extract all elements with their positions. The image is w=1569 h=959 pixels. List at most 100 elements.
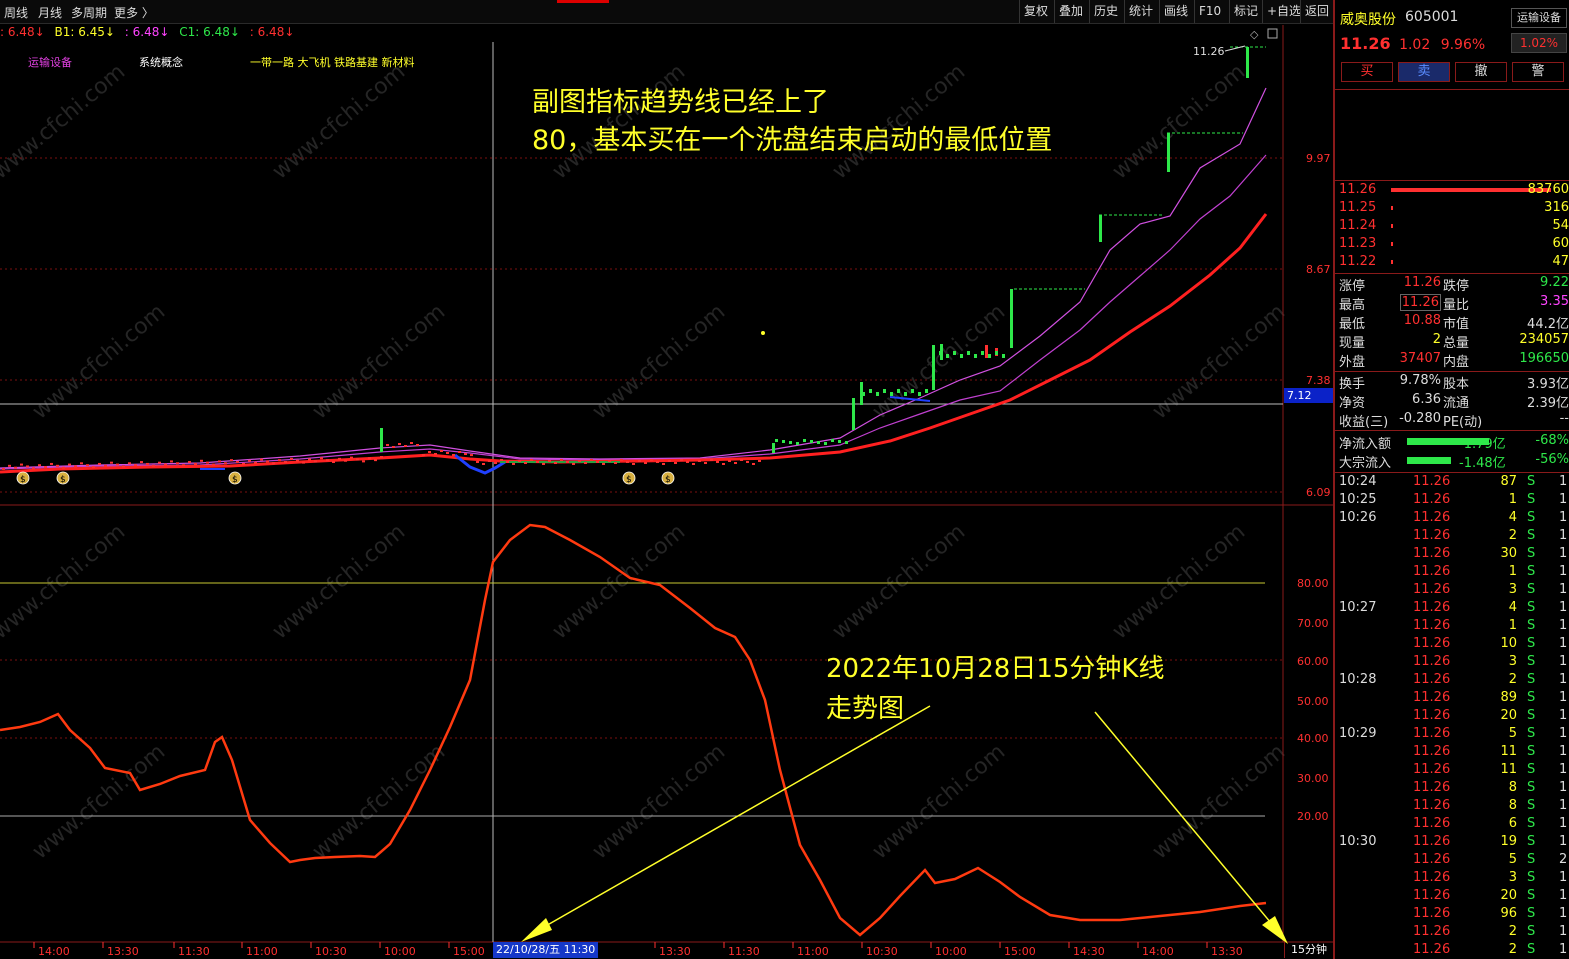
tick-row: 11.26 11 S 1: [1335, 744, 1569, 762]
candle: [803, 439, 806, 442]
last-price: 11.26: [1340, 34, 1391, 53]
tick-time: 10:27: [1339, 600, 1377, 615]
tick-volume: 3: [1508, 870, 1517, 885]
candle: [290, 457, 293, 460]
tick-side: S: [1527, 816, 1536, 831]
flow-bar: [1407, 457, 1451, 464]
candle: [308, 458, 311, 461]
buy-button[interactable]: 买: [1341, 62, 1393, 82]
add-watchlist-button[interactable]: +自选: [1262, 0, 1305, 23]
candle: [146, 462, 149, 465]
candle: [862, 392, 865, 396]
candle: [789, 441, 792, 444]
candle: [152, 464, 155, 467]
candle: [62, 466, 65, 469]
draw-line-button[interactable]: 画线: [1159, 0, 1192, 23]
orderbook-volume: 83760: [1527, 182, 1569, 197]
candle: [32, 467, 35, 470]
tick-volume: 2: [1508, 672, 1517, 687]
indicator-tick-label: 30.00: [1297, 772, 1329, 785]
tick-count: 1: [1559, 546, 1568, 561]
back-button[interactable]: 返回: [1300, 0, 1333, 23]
tick-volume: 8: [1508, 780, 1517, 795]
tick-price: 11.26: [1413, 852, 1451, 867]
tick-volume: 1: [1508, 492, 1517, 507]
stat-label: 市值: [1443, 317, 1470, 332]
stats-row: 换手 9.78% 股本 3.93亿: [1335, 373, 1569, 392]
sector-button[interactable]: 运输设备: [1511, 8, 1567, 28]
concept-tag[interactable]: 一带一路 大飞机 铁路基建 新材料: [250, 54, 415, 70]
tab-more[interactable]: 更多 〉: [114, 4, 154, 21]
restore-rights-button[interactable]: 复权: [1019, 0, 1052, 23]
statistics-button[interactable]: 统计: [1124, 0, 1157, 23]
tick-volume: 19: [1500, 834, 1517, 849]
concept-tag[interactable]: 运输设备: [28, 54, 72, 70]
concept-tag[interactable]: 系统概念: [139, 54, 183, 70]
watermark-text: www.cfchi.com: [868, 739, 1010, 864]
sell-button[interactable]: 卖: [1398, 62, 1450, 82]
overlay-button[interactable]: 叠加: [1054, 0, 1087, 23]
stat-label: 收益(三): [1339, 415, 1389, 430]
stat-label: 最高: [1339, 298, 1366, 313]
candle: [596, 461, 599, 463]
time-tick-label: 13:30: [107, 945, 139, 958]
stat-value: 2: [1432, 332, 1441, 347]
tick-side: S: [1527, 636, 1536, 651]
candle: [758, 460, 761, 462]
scroll-icon[interactable]: [1267, 28, 1278, 39]
watermark-text: www.cfchi.com: [268, 519, 410, 644]
tick-row: 11.26 89 S 1: [1335, 690, 1569, 708]
tick-price: 11.26: [1413, 528, 1451, 543]
mark-button[interactable]: 标记: [1229, 0, 1262, 23]
flow-pct: -68%: [1535, 433, 1569, 448]
candle: [590, 459, 593, 461]
orderbook-volume-bar: [1391, 242, 1393, 246]
tick-side: S: [1527, 492, 1536, 507]
candle: [8, 464, 11, 467]
tick-price: 11.26: [1413, 870, 1451, 885]
candle: [734, 462, 737, 464]
alert-button[interactable]: 警: [1512, 62, 1564, 82]
tick-row: 11.26 6 S 1: [1335, 816, 1569, 834]
time-tick-label: 14:00: [38, 945, 70, 958]
tick-volume: 11: [1500, 744, 1517, 759]
tick-price: 11.26: [1413, 636, 1451, 651]
candle: [332, 461, 335, 464]
time-tick-label: 10:30: [866, 945, 898, 958]
candle: [470, 454, 473, 457]
candle: [512, 463, 515, 465]
tick-row: 11.26 96 S 1: [1335, 906, 1569, 924]
tick-side: S: [1527, 798, 1536, 813]
ma-line-slow: [0, 213, 1268, 474]
candle: [212, 463, 215, 466]
candle: [838, 440, 841, 443]
tick-row: 11.26 3 S 1: [1335, 870, 1569, 888]
period-selector[interactable]: 15分钟: [1284, 942, 1333, 958]
tick-count: 1: [1559, 672, 1568, 687]
indicator-value: : 6.48↓: [0, 25, 45, 39]
tick-volume: 4: [1508, 600, 1517, 615]
candle: [398, 443, 401, 445]
tick-volume: 87: [1500, 474, 1517, 489]
watermark-text: www.cfchi.com: [1148, 299, 1290, 424]
tab-monthly[interactable]: 月线: [38, 4, 62, 21]
kline-chart[interactable]: www.cfchi.com www.cfchi.com www.cfchi.com w…: [0, 25, 1333, 959]
watermark-text: www.cfchi.com: [588, 739, 730, 864]
history-button[interactable]: 历史: [1089, 0, 1122, 23]
tick-row: 11.26 10 S 1: [1335, 636, 1569, 654]
time-tick-label: 14:30: [1073, 945, 1105, 958]
tab-weekly[interactable]: 周线: [4, 4, 28, 21]
candle: [897, 389, 900, 393]
stat-value: 11.26: [1399, 294, 1441, 311]
indicator-tick-label: 80.00: [1297, 577, 1329, 590]
cancel-order-button[interactable]: 撤: [1455, 62, 1507, 82]
tick-count: 1: [1559, 654, 1568, 669]
tick-volume: 1: [1508, 618, 1517, 633]
tick-side: S: [1527, 708, 1536, 723]
f10-button[interactable]: F10: [1194, 0, 1225, 23]
candle: [140, 461, 143, 464]
tab-multi-period[interactable]: 多周期: [71, 4, 107, 21]
time-tick-label: 13:30: [659, 945, 691, 958]
tick-row: 10:28 11.26 2 S 1: [1335, 672, 1569, 690]
tick-price: 11.26: [1413, 888, 1451, 903]
